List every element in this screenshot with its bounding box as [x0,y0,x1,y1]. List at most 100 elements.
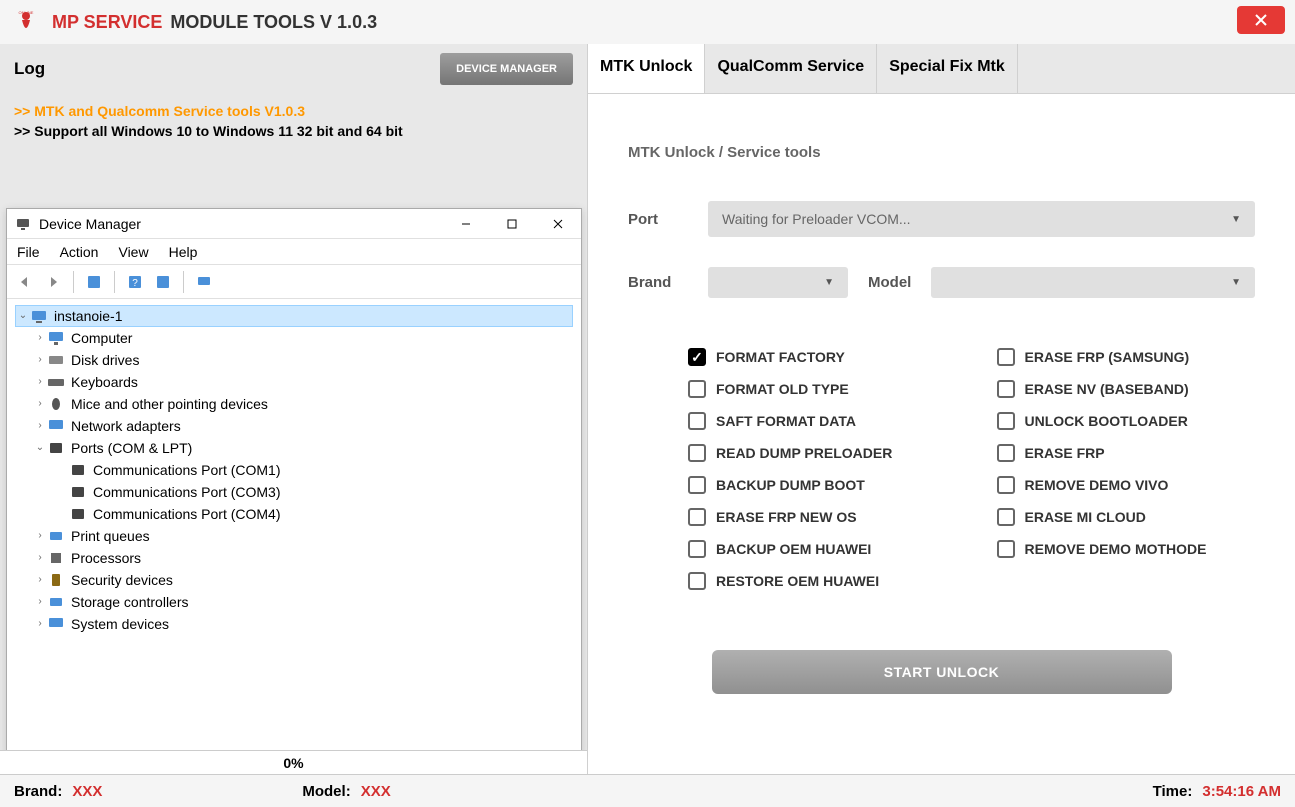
model-dropdown[interactable]: ▼ [931,267,1255,298]
keyboard-icon [47,373,65,391]
option-checkbox[interactable]: READ DUMP PRELOADER [688,444,947,462]
tree-node[interactable]: ›Storage controllers [15,591,573,613]
back-icon[interactable] [13,270,37,294]
tab-qualcomm-service[interactable]: QualComm Service [705,44,877,93]
port-icon [69,461,87,479]
option-checkbox[interactable]: RESTORE OEM HUAWEI [688,572,947,590]
checkbox-icon: ✓ [688,348,706,366]
monitor-icon[interactable] [192,270,216,294]
option-checkbox[interactable]: FORMAT OLD TYPE [688,380,947,398]
forward-icon[interactable] [41,270,65,294]
option-checkbox[interactable]: BACKUP DUMP BOOT [688,476,947,494]
svg-text:?: ? [132,278,138,289]
option-checkbox[interactable]: BACKUP OEM HUAWEI [688,540,947,558]
tree-leaf[interactable]: Communications Port (COM3) [15,481,573,503]
chevron-down-icon: ▼ [824,277,834,288]
log-line: >> Support all Windows 10 to Windows 11 … [14,122,573,142]
properties-icon[interactable] [82,270,106,294]
option-label: REMOVE DEMO VIVO [1025,477,1169,493]
menu-view[interactable]: View [118,244,148,260]
scan-icon[interactable] [151,270,175,294]
status-time-value: 3:54:16 AM [1202,783,1281,800]
minimize-button[interactable] [443,209,489,239]
tree-node[interactable]: ›System devices [15,613,573,635]
left-panel: Log DEVICE MANAGER >> MTK and Qualcomm S… [0,44,588,774]
checkbox-icon [997,508,1015,526]
option-label: BACKUP OEM HUAWEI [716,541,871,557]
titlebar: ONLINE MP SERVICE MODULE TOOLS V 1.0.3 [0,0,1295,44]
checkbox-icon [997,444,1015,462]
progress-value: 0% [283,755,303,771]
device-manager-button[interactable]: DEVICE MANAGER [440,53,573,85]
option-checkbox[interactable]: ERASE MI CLOUD [997,508,1256,526]
menu-action[interactable]: Action [60,244,99,260]
tree-node[interactable]: ⌄Ports (COM & LPT) [15,437,573,459]
checkbox-icon [688,540,706,558]
tree-leaf[interactable]: Communications Port (COM1) [15,459,573,481]
maximize-button[interactable] [489,209,535,239]
checkbox-icon [688,412,706,430]
checkbox-icon [688,380,706,398]
option-label: REMOVE DEMO MOTHODE [1025,541,1207,557]
tree-node[interactable]: ›Security devices [15,569,573,591]
option-label: ERASE FRP [1025,445,1105,461]
computer-icon [30,307,48,325]
tree-node[interactable]: ›Disk drives [15,349,573,371]
port-icon [47,439,65,457]
option-checkbox[interactable]: REMOVE DEMO VIVO [997,476,1256,494]
option-checkbox[interactable]: ERASE FRP NEW OS [688,508,947,526]
tree-node[interactable]: ›Keyboards [15,371,573,393]
port-icon [69,505,87,523]
tab-mtk-unlock[interactable]: MTK Unlock [588,44,705,93]
option-label: SAFT FORMAT DATA [716,413,856,429]
checkbox-icon [997,476,1015,494]
close-window-button[interactable] [535,209,581,239]
devmgr-titlebar: Device Manager [7,209,581,239]
option-checkbox[interactable]: ERASE FRP (SAMSUNG) [997,348,1256,366]
menu-file[interactable]: File [17,244,40,260]
close-button[interactable] [1237,6,1285,34]
option-checkbox[interactable]: ERASE NV (BASEBAND) [997,380,1256,398]
option-label: ERASE MI CLOUD [1025,509,1146,525]
option-checkbox[interactable]: UNLOCK BOOTLOADER [997,412,1256,430]
tree-node[interactable]: ›Network adapters [15,415,573,437]
help-icon[interactable]: ? [123,270,147,294]
status-time-label: Time: [1153,783,1193,800]
tree-node[interactable]: ›Print queues [15,525,573,547]
option-checkbox[interactable]: ✓ FORMAT FACTORY [688,348,947,366]
devmgr-tree[interactable]: ⌄instanoie-1›Computer›Disk drives›Keyboa… [7,299,581,641]
port-dropdown[interactable]: Waiting for Preloader VCOM... ▼ [708,201,1255,237]
tab-special-fix-mtk[interactable]: Special Fix Mtk [877,44,1018,93]
checkbox-icon [688,508,706,526]
app-title-main: MP SERVICE [52,12,162,33]
app-logo-icon: ONLINE [12,8,40,36]
log-label: Log [14,59,45,79]
option-label: FORMAT FACTORY [716,349,845,365]
cpu-icon [47,549,65,567]
checkbox-icon [997,412,1015,430]
menu-help[interactable]: Help [169,244,198,260]
storage-icon [47,593,65,611]
option-checkbox[interactable]: REMOVE DEMO MOTHODE [997,540,1256,558]
chevron-down-icon: ▼ [1231,277,1241,288]
tree-node[interactable]: ›Mice and other pointing devices [15,393,573,415]
tree-root[interactable]: ⌄instanoie-1 [15,305,573,327]
status-brand-value: XXX [72,783,102,800]
start-unlock-button[interactable]: START UNLOCK [712,650,1172,694]
option-checkbox[interactable]: SAFT FORMAT DATA [688,412,947,430]
option-checkbox[interactable]: ERASE FRP [997,444,1256,462]
brand-dropdown[interactable]: ▼ [708,267,848,298]
close-icon [1254,13,1268,27]
brand-label: Brand [628,274,688,291]
tree-node[interactable]: ›Processors [15,547,573,569]
devmgr-title-text: Device Manager [39,216,141,232]
status-model-label: Model: [302,783,350,800]
checkbox-icon [688,572,706,590]
tree-leaf[interactable]: Communications Port (COM4) [15,503,573,525]
option-label: ERASE FRP (SAMSUNG) [1025,349,1190,365]
devmgr-menubar: File Action View Help [7,239,581,265]
panel-title: MTK Unlock / Service tools [628,144,1255,161]
model-label: Model [868,274,911,291]
tree-node[interactable]: ›Computer [15,327,573,349]
checkbox-icon [997,540,1015,558]
